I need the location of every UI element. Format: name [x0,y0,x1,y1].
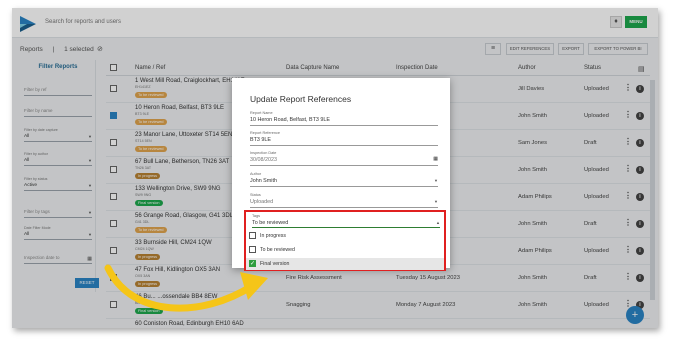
checkbox[interactable] [249,232,256,239]
field-value: John Smith [250,178,277,184]
field-value: 30/08/2023 [250,157,277,163]
field-value: BT3 9LE [250,137,271,143]
chevron-up-icon: ▲ [436,220,440,225]
author-select[interactable]: Author John Smith ▼ [250,172,438,187]
chevron-down-icon: ▼ [434,199,438,204]
chevron-down-icon: ▼ [434,178,438,183]
inspection-date-field[interactable]: Inspection Date 30/08/2023 ▦ [250,151,438,166]
dialog-title: Update Report References [250,94,352,104]
field-value: Uploaded [250,199,274,205]
status-select[interactable]: Status Uploaded ▼ [250,193,438,208]
field-value: To be reviewed [252,220,289,226]
field-label: Author [250,172,262,176]
field-label: Tags [252,214,261,218]
calendar-icon[interactable]: ▦ [433,156,438,162]
option-label: In progress [260,233,286,239]
field-label: Status [250,193,261,197]
tag-option-to-be-reviewed[interactable]: To be reviewed [246,244,444,256]
field-label: Report Name [250,111,273,115]
report-reference-field[interactable]: Report Reference BT3 9LE [250,131,438,146]
tag-option-in-progress[interactable]: In progress [246,230,444,242]
report-name-field[interactable]: Report Name 10 Heron Road, Belfast, BT3 … [250,111,438,126]
callout-arrow-icon [104,264,268,312]
tag-option-final-version[interactable]: ✓ Final version [246,258,444,270]
field-label: Inspection Date [250,151,277,155]
field-value: 10 Heron Road, Belfast, BT3 9LE [250,117,331,123]
tags-select[interactable]: Tags To be reviewed ▲ [252,214,440,228]
field-label: Report Reference [250,131,280,135]
tags-dropdown: Tags To be reviewed ▲ In progress To be … [244,210,446,271]
app-window: Search for reports and users ♦ MENU Repo… [12,8,658,328]
